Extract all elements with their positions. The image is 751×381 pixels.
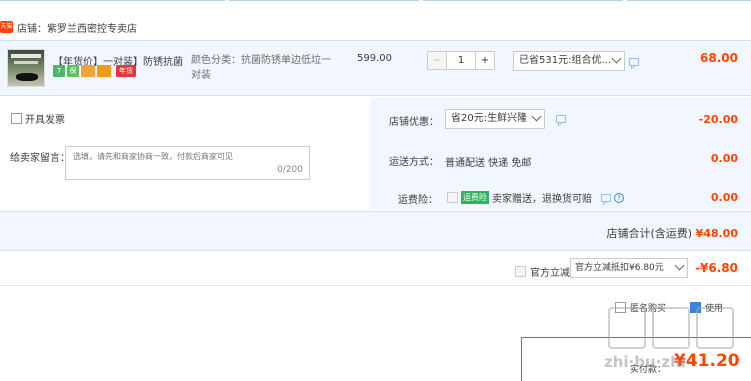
quantity-decrease-button[interactable]: − bbox=[427, 51, 447, 70]
credit-card-icon bbox=[97, 65, 111, 77]
use-label: 使用 bbox=[705, 304, 724, 314]
chat-icon[interactable] bbox=[556, 115, 566, 123]
bottom-options: 匿名购买 使用 bbox=[615, 301, 723, 314]
chat-icon[interactable] bbox=[601, 193, 611, 202]
official-discount-label: 官方立减 bbox=[530, 268, 570, 279]
seven-day-return-icon: 7 bbox=[53, 65, 65, 77]
shipping-label: 运送方式： bbox=[389, 157, 439, 168]
quantity-stepper: − 1 + bbox=[427, 51, 495, 70]
insurance-text: 卖家赠送，退换货可赔 bbox=[492, 194, 592, 205]
cart-item-row: 【年货价】一对装】防锈抗菌 ... 7 保 年货 颜色分类：抗菌防锈单边低垃一对… bbox=[0, 40, 751, 96]
sku-info: 颜色分类：抗菌防锈单边低垃一对装 bbox=[191, 55, 331, 81]
subtotal-amount: ¥48.00 bbox=[695, 227, 738, 240]
invoice-option: 开具发票 bbox=[11, 111, 65, 126]
options-right-panel: 店铺优惠： 省20元:生鲜兴隆 -20.00 运送方式： 普通配送 快递 免邮 … bbox=[370, 97, 751, 209]
payment-amount: ¥41.20 bbox=[674, 351, 740, 371]
payment-label: 实付款： bbox=[630, 365, 667, 375]
chevron-down-icon bbox=[531, 111, 542, 122]
official-discount-amount: -¥6.80 bbox=[695, 261, 738, 275]
order-options: 开具发票 给卖家留言： 0/200 店铺优惠： 省20元:生鲜兴隆 -20.00… bbox=[0, 97, 751, 209]
payment-summary: 实付款： ¥41.20 bbox=[521, 337, 751, 381]
official-discount-row: 官方立减 官方立减抵扣¥6.80元 -¥6.80 bbox=[0, 252, 751, 286]
item-coupon-value: 已省531元:组合优... bbox=[519, 55, 611, 66]
anonymous-label: 匿名购买 bbox=[630, 304, 667, 314]
shop-discount-amount: -20.00 bbox=[698, 113, 738, 126]
message-label: 给卖家留言： bbox=[10, 153, 70, 164]
tmall-badge-icon: 天猫 bbox=[0, 21, 13, 33]
insurance-amount: 0.00 bbox=[710, 191, 738, 204]
insurance-row: 运费险 卖家赠送，退换货可赔 ? bbox=[447, 190, 624, 205]
invoice-checkbox[interactable] bbox=[11, 113, 22, 124]
official-discount-checkbox[interactable] bbox=[515, 266, 526, 277]
store-subtotal: 店铺合计(含运费) ¥48.00 bbox=[606, 225, 738, 241]
store-header: 天猫 店铺：紫罗兰西密控专卖店 bbox=[0, 16, 137, 38]
guarantee-icon: 保 bbox=[67, 65, 79, 77]
quantity-input[interactable]: 1 bbox=[447, 51, 475, 70]
insurance-checkbox[interactable] bbox=[447, 192, 458, 203]
product-thumbnail[interactable] bbox=[7, 49, 45, 87]
chevron-down-icon bbox=[674, 260, 685, 271]
top-border bbox=[0, 0, 751, 3]
anonymous-checkbox[interactable] bbox=[615, 302, 626, 313]
service-badges: 7 保 年货 bbox=[53, 65, 136, 77]
subtotal-label: 店铺合计(含运费) bbox=[606, 227, 693, 240]
official-discount-value: 官方立减抵扣¥6.80元 bbox=[575, 263, 664, 273]
help-icon[interactable]: ? bbox=[614, 192, 624, 203]
invoice-label: 开具发票 bbox=[25, 115, 65, 126]
official-discount-option: 官方立减 bbox=[515, 264, 570, 279]
store-name-link[interactable]: 店铺：紫罗兰西密控专卖店 bbox=[17, 20, 137, 35]
chat-icon[interactable] bbox=[629, 58, 639, 66]
message-char-count: 0/200 bbox=[277, 165, 303, 175]
insurance-badge: 运费险 bbox=[461, 191, 489, 204]
shop-discount-value: 省20元:生鲜兴隆 bbox=[451, 113, 528, 124]
chevron-down-icon bbox=[611, 53, 622, 64]
shop-discount-select[interactable]: 省20元:生鲜兴隆 bbox=[445, 109, 545, 129]
insurance-label: 运费险： bbox=[398, 195, 438, 206]
shop-discount-label: 店铺优惠： bbox=[389, 117, 439, 128]
item-total-price: 68.00 bbox=[700, 51, 738, 65]
quantity-increase-button[interactable]: + bbox=[475, 51, 495, 70]
options-left-panel: 开具发票 给卖家留言： 0/200 bbox=[0, 97, 370, 209]
use-checkbox[interactable] bbox=[690, 302, 702, 313]
new-year-badge: 年货 bbox=[116, 65, 136, 77]
unit-price: 599.00 bbox=[357, 53, 392, 64]
message-input[interactable] bbox=[66, 147, 309, 179]
official-discount-select[interactable]: 官方立减抵扣¥6.80元 bbox=[570, 258, 688, 278]
item-coupon-select[interactable]: 已省531元:组合优... bbox=[513, 51, 625, 71]
store-subtotal-bar: 店铺合计(含运费) ¥48.00 bbox=[0, 211, 751, 251]
shipping-method: 普通配送 快递 免邮 bbox=[445, 158, 532, 169]
message-field[interactable]: 0/200 bbox=[65, 146, 310, 180]
shipping-amount: 0.00 bbox=[710, 152, 738, 165]
card-payment-icon bbox=[81, 65, 95, 77]
